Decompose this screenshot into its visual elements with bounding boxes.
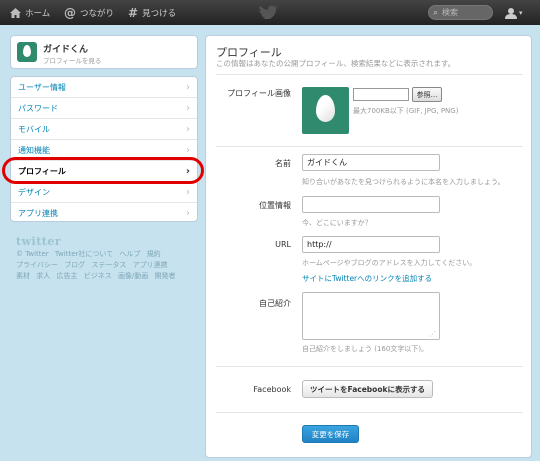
footer-link[interactable]: ヘルプ — [119, 250, 140, 258]
profile-settings-panel: プロフィール この情報はあなたの公開プロフィール、検索結果などに表示されます。 … — [205, 35, 532, 458]
chevron-right-icon: › — [186, 123, 190, 135]
footer-line: © Twitter Twitter社について ヘルプ 規約 — [16, 249, 196, 260]
sidebar-item-mobile[interactable]: モバイル › — [11, 119, 197, 140]
sidebar-item-label: プロフィール — [18, 166, 66, 176]
photo-label: プロフィール画像 — [227, 89, 291, 98]
name-value: ガイドくん — [307, 158, 347, 167]
divider — [216, 412, 523, 413]
sidebar-item-label: デザイン — [18, 187, 50, 197]
sidebar-item-label: ユーザー情報 — [18, 82, 66, 92]
name-field[interactable]: ガイドくん — [302, 154, 440, 171]
sidebar-item-label: モバイル — [18, 124, 50, 134]
divider — [216, 146, 523, 147]
footer-link[interactable]: 画像/動画 — [118, 272, 148, 280]
divider — [216, 366, 523, 367]
twitter-logo: twitter — [16, 235, 62, 248]
facebook-label: Facebook — [253, 385, 291, 394]
url-field[interactable]: http:// — [302, 236, 440, 253]
search-placeholder: 検索 — [442, 8, 459, 17]
hash-icon: # — [128, 5, 139, 20]
sidebar-item-label: パスワード — [18, 103, 58, 113]
footer-link[interactable]: 開発者 — [155, 272, 176, 280]
file-input[interactable] — [353, 88, 409, 101]
chevron-right-icon: › — [186, 208, 190, 219]
nav-discover-label: 見つける — [142, 8, 177, 19]
footer-link[interactable]: 規約 — [147, 250, 161, 258]
sidebar-item-profile[interactable]: プロフィール › — [11, 161, 197, 182]
chevron-right-icon: › — [186, 102, 190, 114]
profile-image — [302, 87, 349, 134]
search-box[interactable]: ⌕ 検索 — [428, 5, 493, 20]
chevron-right-icon: › — [186, 186, 190, 198]
footer-link[interactable]: ビジネス — [84, 272, 112, 280]
bio-textarea[interactable]: ⋰ — [302, 292, 440, 340]
twitter-bird-icon[interactable] — [259, 5, 279, 19]
footer: twitter © Twitter Twitter社について ヘルプ 規約 プラ… — [16, 236, 196, 282]
sidebar-item-label: 通知機能 — [18, 145, 50, 155]
footer-line: プライバシー ブログ ステータス アプリ連携 — [16, 260, 196, 271]
user-icon — [505, 7, 517, 19]
user-menu[interactable]: ▾ — [505, 4, 523, 21]
nav-home-label: ホーム — [25, 8, 51, 19]
footer-link[interactable]: プライバシー — [16, 261, 58, 269]
bio-help: 自己紹介をしましょう (160文字以下)。 — [302, 345, 429, 353]
bio-label: 自己紹介 — [259, 299, 291, 308]
search-icon: ⌕ — [433, 7, 439, 18]
url-label: URL — [275, 240, 291, 249]
view-profile-link[interactable]: プロフィールを見る — [43, 55, 101, 65]
nav-home[interactable]: ホーム — [10, 0, 50, 25]
nav-connect-label: つながり — [80, 8, 115, 19]
profile-name: ガイドくん — [43, 45, 89, 55]
sidebar-item-notifications[interactable]: 通知機能 › — [11, 140, 197, 161]
save-button[interactable]: 変更を保存 — [302, 425, 359, 443]
chevron-right-icon: › — [186, 144, 190, 156]
location-help: 今、どこにいますか？ — [302, 219, 372, 227]
chevron-right-icon: › — [185, 165, 190, 177]
url-help: ホームページやブログのアドレスを入力してください。 — [302, 259, 477, 267]
location-field[interactable] — [302, 196, 440, 213]
divider — [216, 74, 523, 75]
location-label: 位置情報 — [259, 201, 291, 210]
footer-link[interactable]: 素材 — [16, 272, 30, 280]
home-icon — [10, 7, 21, 18]
name-label: 名前 — [275, 159, 291, 168]
top-bar: ホーム @ つながり # 見つける ⌕ 検索 ▾ — [0, 0, 540, 25]
footer-link[interactable]: ステータス — [91, 261, 126, 269]
footer-link[interactable]: Twitter社について — [55, 250, 113, 258]
chevron-right-icon: › — [186, 81, 190, 93]
name-help: 知り合いがあなたを見つけられるように本名を入力しましょう。 — [302, 178, 505, 186]
sidebar-item-account[interactable]: ユーザー情報 › — [11, 77, 197, 98]
footer-link[interactable]: アプリ連携 — [133, 261, 168, 269]
profile-card[interactable]: ガイドくん プロフィールを見る — [10, 35, 198, 69]
nav-connect[interactable]: @ つながり — [64, 0, 114, 25]
sidebar-item-label: アプリ連携 — [18, 209, 58, 218]
browse-button[interactable]: 参照... — [412, 87, 442, 102]
facebook-button[interactable]: ツイートをFacebookに表示する — [302, 380, 433, 398]
sidebar-item-apps[interactable]: アプリ連携 › — [11, 203, 197, 224]
footer-line: 素材 求人 広告主 ビジネス 画像/動画 開発者 — [16, 271, 196, 282]
sidebar-item-password[interactable]: パスワード › — [11, 98, 197, 119]
sidebar-item-design[interactable]: デザイン › — [11, 182, 197, 203]
resize-grip-icon[interactable]: ⋰ — [429, 330, 436, 338]
chevron-down-icon: ▾ — [519, 8, 523, 17]
footer-link[interactable]: © Twitter — [16, 250, 49, 258]
avatar — [17, 42, 37, 62]
at-icon: @ — [64, 5, 76, 20]
settings-menu: ユーザー情報 › パスワード › モバイル › 通知機能 › プロフィール › … — [10, 76, 198, 222]
photo-help: 最大700KB以下 (GIF, JPG, PNG) — [353, 107, 459, 115]
add-twitter-link[interactable]: サイトにTwitterへのリンクを追加する — [302, 273, 432, 284]
nav-discover[interactable]: # 見つける — [128, 0, 176, 25]
url-value: http:// — [307, 240, 332, 249]
footer-link[interactable]: ブログ — [64, 261, 85, 269]
page-subtitle: この情報はあなたの公開プロフィール、検索結果などに表示されます。 — [216, 59, 456, 68]
footer-link[interactable]: 求人 — [36, 272, 50, 280]
footer-link[interactable]: 広告主 — [56, 272, 77, 280]
